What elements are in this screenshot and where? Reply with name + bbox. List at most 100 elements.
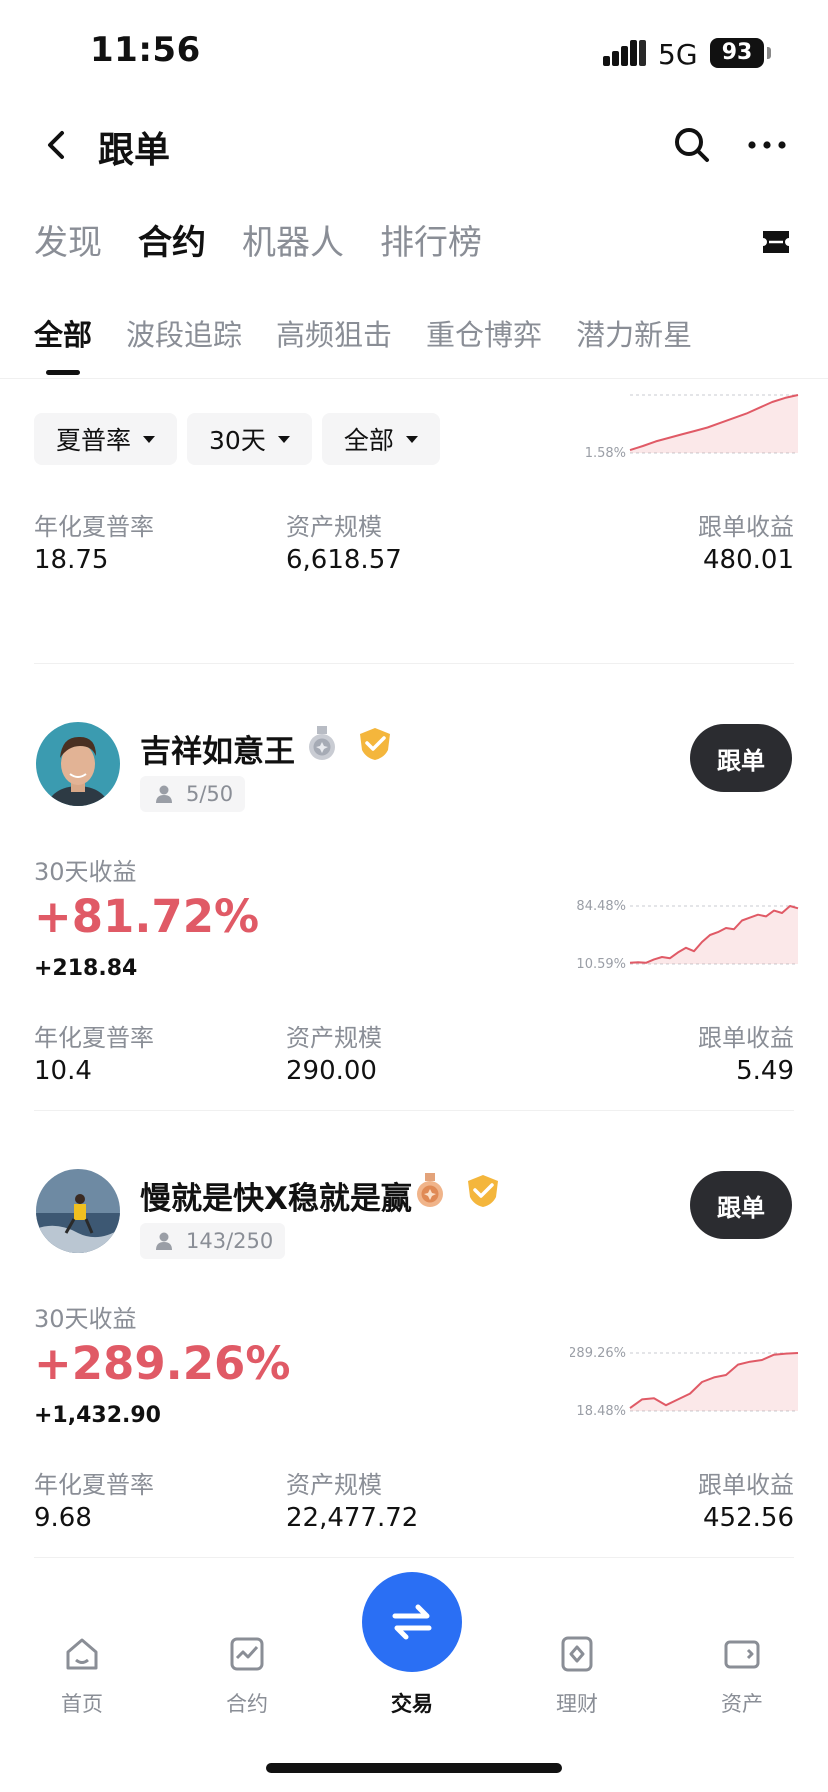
nav-assets[interactable]: 资产 — [692, 1634, 792, 1718]
home-icon — [66, 1638, 98, 1670]
trader-name[interactable]: 吉祥如意王 — [140, 726, 295, 771]
avatar[interactable] — [36, 722, 120, 806]
silver-medal-icon — [309, 726, 335, 760]
trader-card[interactable]: 吉祥如意王 5/50 跟单 30天收益 +81.72% +218.84 84.4… — [0, 664, 828, 1111]
sparkline-area — [630, 1353, 798, 1411]
return-amount: +1,432.90 — [34, 1403, 161, 1428]
filter-bar: 夏普率 30天 全部 — [34, 413, 450, 465]
copy-profit-label: 跟单收益 — [698, 513, 794, 541]
nav-assets-label: 资产 — [721, 1692, 763, 1716]
tab-all[interactable]: 全部 — [34, 312, 92, 375]
scope-filter[interactable]: 全部 — [321, 413, 440, 465]
swap-icon — [392, 1604, 432, 1640]
chart-icon — [230, 1637, 264, 1671]
caret-down-icon — [277, 435, 290, 443]
copy-profit-label: 跟单收益 — [698, 1024, 794, 1052]
follow-button[interactable]: 跟单 — [690, 724, 792, 792]
search-icon[interactable] — [672, 125, 712, 165]
wealth-icon — [561, 1636, 593, 1672]
aum-label: 资产规模 — [286, 1024, 382, 1052]
follower-count: 5/50 — [186, 782, 234, 806]
person-icon — [156, 1232, 172, 1250]
trader-card[interactable]: 慢就是快X稳就是赢 143/250 跟单 30天收益 +289.26% +1,4… — [0, 1111, 828, 1558]
page-title: 跟单 — [98, 130, 171, 171]
bronze-medal-icon — [417, 1173, 443, 1207]
nav-wealth-label: 理财 — [556, 1692, 598, 1716]
tab-leaderboard[interactable]: 排行榜 — [380, 215, 482, 265]
trader-name[interactable]: 慢就是快X稳就是赢 — [140, 1173, 412, 1218]
sparkline-min-label: 10.59% — [576, 957, 626, 972]
return-amount: +218.84 — [34, 956, 138, 981]
nav-home[interactable]: 首页 — [32, 1634, 132, 1718]
nav-wealth[interactable]: 理财 — [527, 1634, 627, 1718]
sharpe-label: 年化夏普率 — [34, 513, 154, 541]
nav-trade-label: 交易 — [391, 1692, 433, 1716]
sharpe-value: 10.4 — [34, 1056, 92, 1086]
aum-value: 22,477.72 — [286, 1503, 419, 1533]
verified-badge-icon — [468, 1175, 498, 1207]
aum-value: 290.00 — [286, 1056, 377, 1086]
copy-profit-value: 480.01 — [703, 545, 794, 575]
network-type: 5G — [658, 38, 698, 71]
status-bar: 11:56 5G 93 — [0, 0, 828, 100]
nav-home-label: 首页 — [61, 1692, 103, 1716]
sparkline-area — [630, 395, 798, 453]
tab-rising-stars[interactable]: 潜力新星 — [576, 312, 692, 362]
return-label: 30天收益 — [34, 1305, 137, 1333]
more-options-icon[interactable] — [745, 125, 789, 165]
tab-high-frequency[interactable]: 高频狙击 — [276, 312, 392, 362]
tab-contract[interactable]: 合约 — [138, 215, 206, 265]
scope-filter-label: 全部 — [343, 426, 394, 455]
sparkline-max-label: 84.48% — [576, 899, 626, 914]
return-label: 30天收益 — [34, 858, 137, 886]
category-tabs: 全部 波段追踪 高频狙击 重仓博弈 潜力新星 — [34, 312, 726, 375]
caret-down-icon — [405, 435, 418, 443]
performance-sparkline: 1.58% — [585, 394, 799, 461]
sparkline-max-label: 289.26% — [570, 1346, 626, 1361]
aum-label: 资产规模 — [286, 513, 382, 541]
sharpe-label: 年化夏普率 — [34, 1024, 154, 1052]
tab-heavy-position[interactable]: 重仓博弈 — [426, 312, 542, 362]
follower-count-chip: 143/250 — [140, 1223, 286, 1259]
performance-sparkline: 289.26% 18.48% — [570, 1346, 799, 1419]
sparkline-min-label: 18.48% — [576, 1404, 626, 1419]
copy-profit-value: 452.56 — [703, 1503, 794, 1533]
sharpe-value: 9.68 — [34, 1503, 92, 1533]
status-time: 11:56 — [90, 30, 201, 70]
person-icon — [156, 785, 172, 803]
back-arrow-icon[interactable] — [38, 125, 78, 165]
sort-filter-label: 夏普率 — [56, 426, 132, 455]
tab-discover[interactable]: 发现 — [34, 215, 102, 265]
period-filter[interactable]: 30天 — [187, 413, 312, 465]
copy-profit-label: 跟单收益 — [698, 1471, 794, 1499]
cellular-signal-icon — [603, 40, 647, 66]
battery-tip — [767, 47, 771, 59]
sparkline-area — [630, 906, 798, 964]
copy-profit-value: 5.49 — [736, 1056, 794, 1086]
verified-badge-icon — [360, 728, 390, 760]
sort-filter[interactable]: 夏普率 — [34, 413, 178, 465]
period-filter-label: 30天 — [209, 426, 266, 455]
tab-swing-tracking[interactable]: 波段追踪 — [126, 312, 242, 362]
ticket-icon[interactable] — [760, 228, 792, 256]
nav-contract-label: 合约 — [226, 1692, 268, 1716]
follower-count-chip: 5/50 — [140, 776, 246, 812]
trader-list[interactable]: 夏普率 30天 全部 +298.04 1.58% 年化夏普率 资产规模 跟单收益… — [0, 379, 828, 1604]
primary-tabs: 发现 合约 机器人 排行榜 — [34, 215, 518, 265]
wallet-icon — [724, 1640, 760, 1669]
avatar[interactable] — [36, 1169, 120, 1253]
home-indicator — [266, 1763, 562, 1773]
tab-bots[interactable]: 机器人 — [242, 215, 344, 265]
battery-icon: 93 — [710, 38, 764, 68]
sparkline-min-label: 1.58% — [585, 446, 626, 461]
follower-count: 143/250 — [186, 1229, 274, 1253]
aum-label: 资产规模 — [286, 1471, 382, 1499]
performance-sparkline: 84.48% 10.59% — [576, 899, 799, 972]
trade-button[interactable] — [362, 1572, 462, 1672]
return-percent: +81.72% — [34, 890, 260, 943]
return-percent: +289.26% — [34, 1337, 291, 1390]
follow-button[interactable]: 跟单 — [690, 1171, 792, 1239]
nav-contract[interactable]: 合约 — [197, 1634, 297, 1718]
aum-value: 6,618.57 — [286, 545, 402, 575]
sharpe-label: 年化夏普率 — [34, 1471, 154, 1499]
